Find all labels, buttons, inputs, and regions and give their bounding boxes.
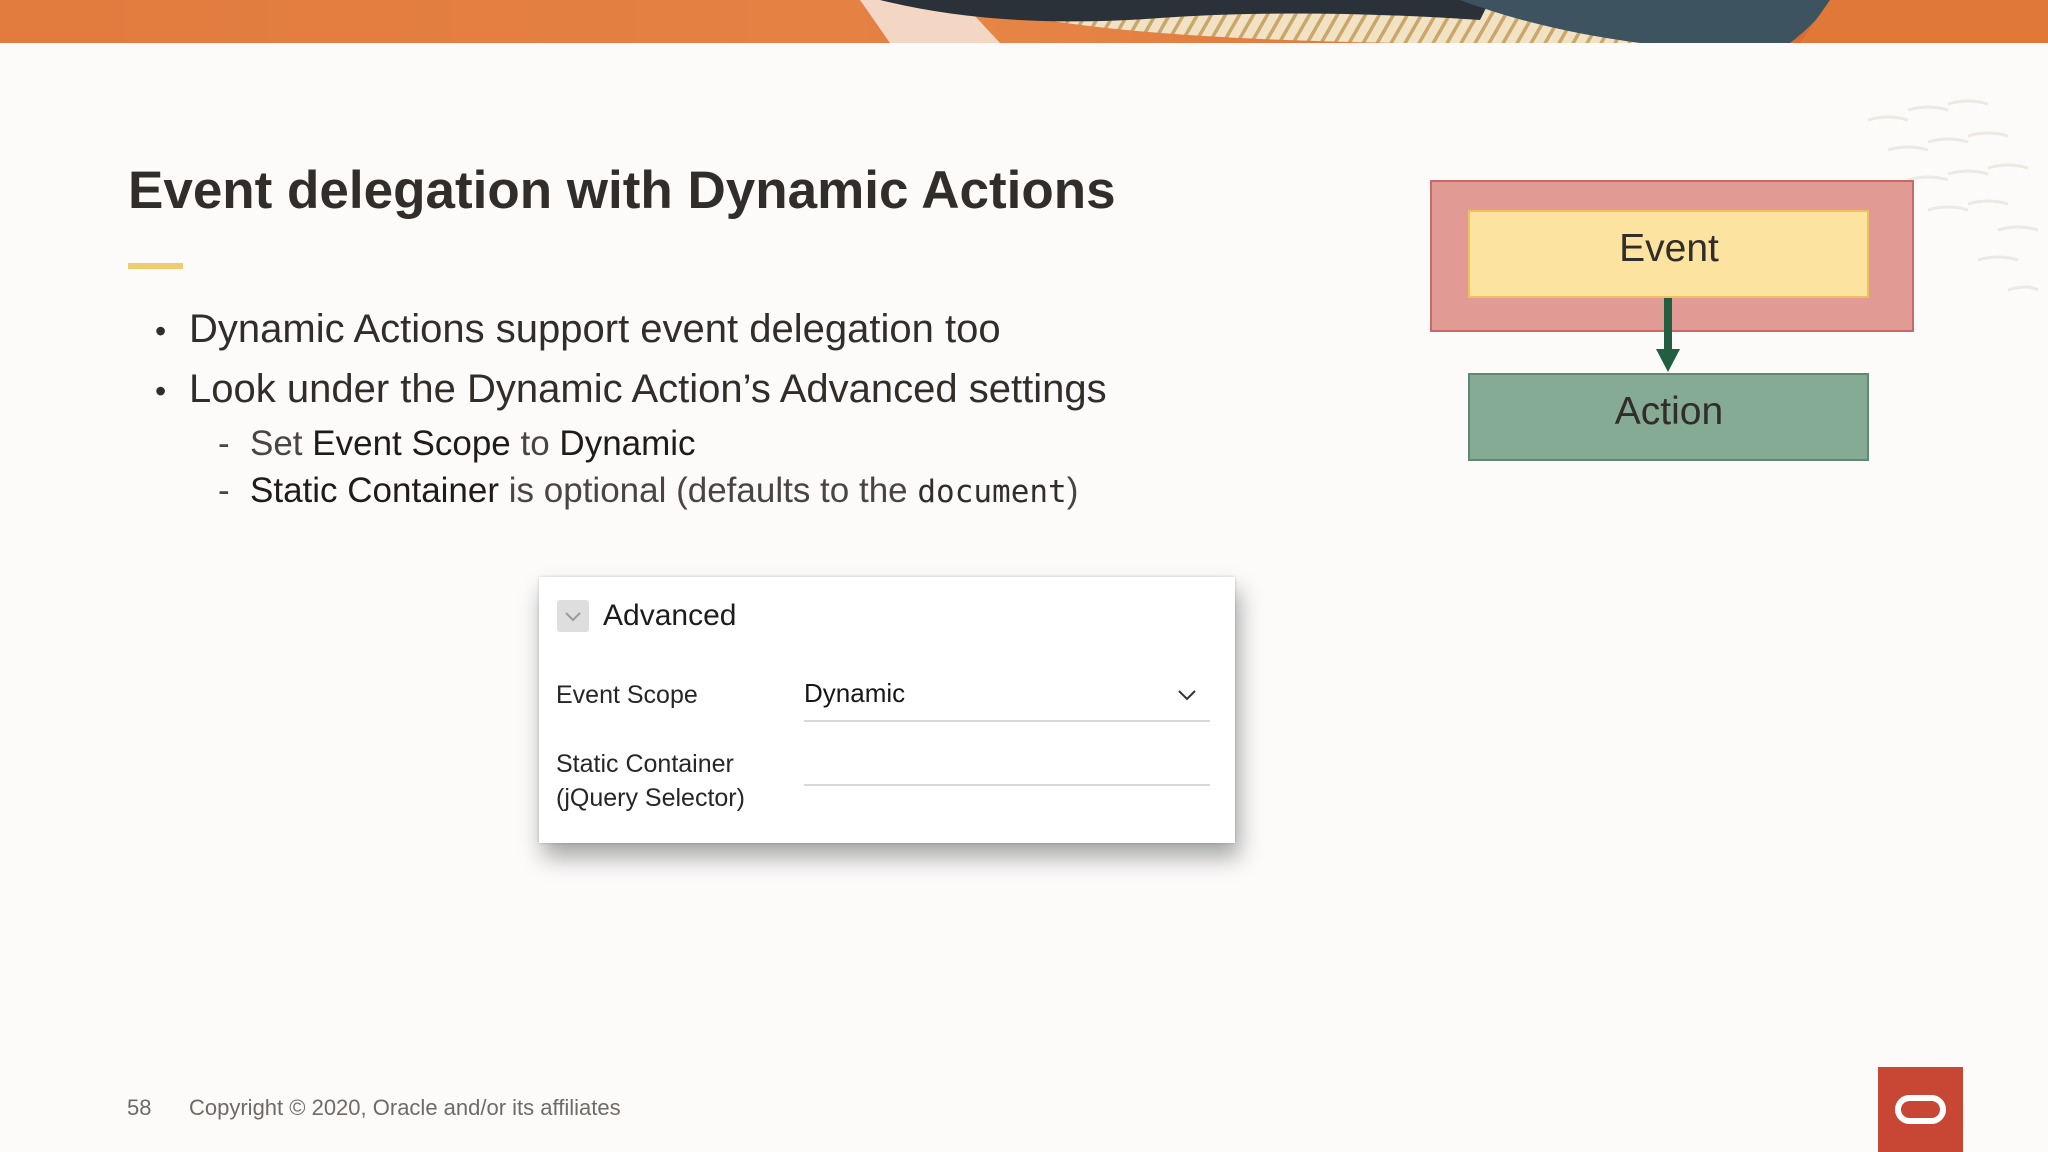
bullet-dot: • xyxy=(155,373,167,409)
page-number: 58 xyxy=(127,1095,152,1120)
sub-code-document: document xyxy=(917,474,1067,510)
sub-text-mid: is optional (defaults to the xyxy=(508,471,908,510)
event-scope-label: Event Scope xyxy=(556,681,698,709)
static-container-label-line1: Static Container xyxy=(556,750,734,778)
static-container-label: Static Container (jQuery Selector) xyxy=(556,747,745,815)
event-scope-value: Dynamic xyxy=(804,678,906,708)
sub-text-pre: Set xyxy=(250,424,303,463)
static-container-label-line2: (jQuery Selector) xyxy=(556,784,745,812)
event-label: Event xyxy=(1619,227,1719,270)
event-scope-select[interactable]: Dynamic xyxy=(804,676,1210,722)
sub-bullet-text: Static Container is optional (defaults t… xyxy=(250,467,1078,516)
top-decorative-banner xyxy=(0,0,2048,43)
sub-text-close: ) xyxy=(1066,471,1079,510)
copyright-text: Copyright © 2020, Oracle and/or its affi… xyxy=(189,1095,621,1120)
bullet-item: • Dynamic Actions support event delegati… xyxy=(155,300,1155,360)
sub-bullet-dash: - xyxy=(218,471,230,510)
sub-term-static-container: Static Container xyxy=(250,471,500,510)
sub-text-mid: to xyxy=(520,424,550,463)
action-label: Action xyxy=(1614,390,1724,433)
bullet-item: • Look under the Dynamic Action’s Advanc… xyxy=(155,360,1155,420)
advanced-section-title: Advanced xyxy=(603,599,737,632)
sub-bullet-dash: - xyxy=(218,424,230,463)
sub-bullet-static-container: - Static Container is optional (defaults… xyxy=(218,467,1155,516)
bullet-text: Look under the Dynamic Action’s Advanced… xyxy=(189,367,1107,411)
title-accent-bar xyxy=(128,263,183,269)
event-action-diagram: Event Action xyxy=(1430,180,1914,462)
arrow-head-icon xyxy=(1656,349,1680,372)
sub-bullet-text: Set Event Scope to Dynamic xyxy=(250,420,696,467)
bullet-list: • Dynamic Actions support event delegati… xyxy=(155,300,1155,516)
sub-term-dynamic: Dynamic xyxy=(559,424,696,463)
oracle-logo-icon xyxy=(1878,1067,1963,1152)
sub-bullet-event-scope: - Set Event Scope to Dynamic xyxy=(218,420,1155,467)
bullet-text: Dynamic Actions support event delegation… xyxy=(189,307,1001,351)
bullet-dot: • xyxy=(155,313,167,349)
slide-title: Event delegation with Dynamic Actions xyxy=(128,161,1116,220)
static-container-input[interactable] xyxy=(804,740,1210,786)
advanced-settings-panel: Advanced Event Scope Dynamic Static Cont… xyxy=(539,577,1235,843)
chevron-down-icon[interactable] xyxy=(557,600,589,632)
chevron-down-icon xyxy=(1178,690,1196,701)
sub-term-event-scope: Event Scope xyxy=(312,424,511,463)
